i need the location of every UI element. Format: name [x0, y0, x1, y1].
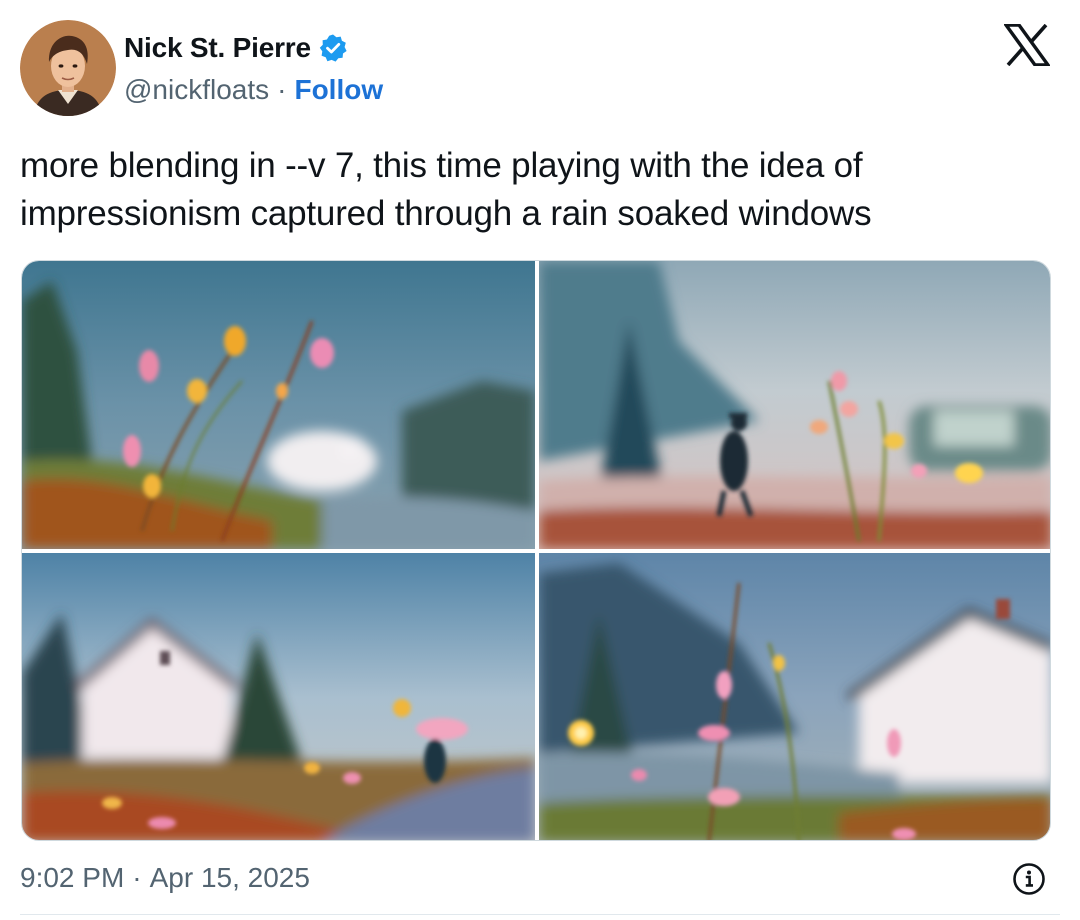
handle-row: @nickfloats · Follow [124, 70, 383, 110]
tweet-text: more blending in --v 7, this time playin… [20, 146, 872, 233]
separator-dot: · [277, 74, 287, 105]
author-block: Nick St. Pierre @nickfloats · Follow [124, 28, 383, 110]
name-row: Nick St. Pierre [124, 28, 383, 68]
handle[interactable]: @nickfloats [124, 74, 269, 106]
divider [20, 914, 1060, 915]
image-1[interactable] [22, 261, 535, 549]
timestamp-time: 9:02 PM [20, 862, 125, 893]
timestamp-date: Apr 15, 2025 [149, 862, 310, 893]
media-grid [21, 260, 1051, 841]
verified-badge-icon [318, 33, 348, 63]
avatar[interactable] [20, 20, 116, 116]
image-4[interactable] [539, 553, 1050, 840]
follow-button[interactable]: Follow [294, 74, 383, 106]
image-2[interactable] [539, 261, 1050, 549]
tweet-card: Nick St. Pierre @nickfloats · Follow mor… [0, 0, 1080, 920]
x-logo-icon[interactable] [1002, 23, 1052, 67]
timestamp[interactable]: 9:02 PM · Apr 15, 2025 [20, 862, 310, 894]
image-3[interactable] [22, 553, 535, 840]
timestamp-separator: · [132, 862, 142, 893]
info-icon[interactable] [1012, 862, 1046, 896]
display-name[interactable]: Nick St. Pierre [124, 32, 311, 64]
